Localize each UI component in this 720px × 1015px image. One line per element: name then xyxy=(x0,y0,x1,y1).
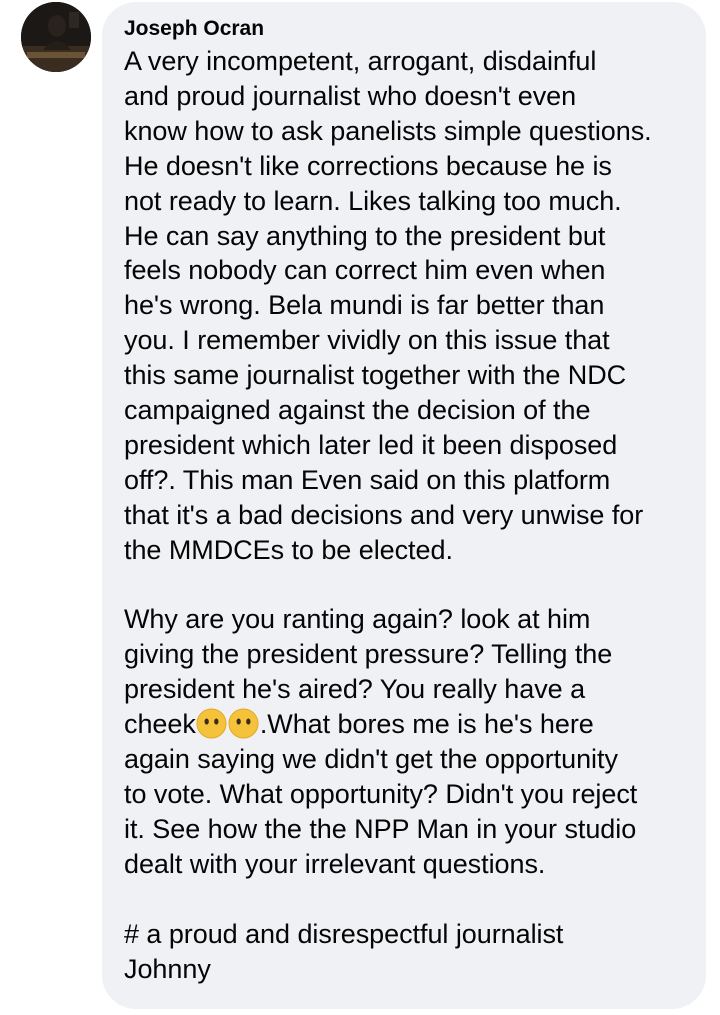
face-without-mouth-emoji xyxy=(228,708,259,739)
text-line: he's wrong. Bela mundi is far better tha… xyxy=(124,290,605,321)
text-line: Johnny xyxy=(124,953,211,984)
text-line: that it's a bad decisions and very unwis… xyxy=(124,499,644,530)
text-fragment: .What bores me is he's here xyxy=(259,709,594,740)
comment-paragraph-2: Why are you ranting again? look at him g… xyxy=(124,602,696,881)
text-line: giving the president pressure? Telling t… xyxy=(124,639,613,670)
text-line: He doesn't like corrections because he i… xyxy=(124,150,612,181)
comment-screenshot: Joseph Ocran A very incompetent, arrogan… xyxy=(0,0,720,1015)
text-line: # a proud and disrespectful journalist xyxy=(124,918,564,949)
text-line: not ready to learn. Likes talking too mu… xyxy=(124,185,622,216)
text-line: this same journalist together with the N… xyxy=(124,360,627,391)
text-line: He can say anything to the president but xyxy=(124,220,606,251)
text-line: again saying we didn't get the opportuni… xyxy=(124,744,618,775)
text-line: it. See how the the NPP Man in your stud… xyxy=(124,813,637,844)
text-line: know how to ask panelists simple questio… xyxy=(124,115,652,146)
text-fragment: cheek xyxy=(124,709,196,740)
text-line: to vote. What opportunity? Didn't you re… xyxy=(124,779,638,810)
comment-author[interactable]: Joseph Ocran xyxy=(124,14,696,44)
text-line: feels nobody can correct him even when xyxy=(124,255,606,286)
text-line: dealt with your irrelevant questions. xyxy=(124,848,546,879)
text-line: and proud journalist who doesn't even xyxy=(124,80,577,111)
emoji-text-line: cheek .What bores me is he's here xyxy=(124,707,696,742)
avatar[interactable] xyxy=(21,2,91,72)
text-line: A very incompetent, arrogant, disdainful xyxy=(124,46,597,76)
text-line: off?. This man Even said on this platfor… xyxy=(124,464,611,495)
text-line: you. I remember vividly on this issue th… xyxy=(124,325,610,356)
comment-paragraph-3: # a proud and disrespectful journalist J… xyxy=(124,917,696,987)
text-line: the MMDCEs to be elected. xyxy=(124,534,453,565)
text-line: campaigned against the decision of the xyxy=(124,395,591,426)
text-line: president he's aired? You really have a xyxy=(124,674,586,705)
text-line: president which later led it been dispos… xyxy=(124,429,618,460)
text-line: Why are you ranting again? look at him xyxy=(124,604,591,635)
avatar-photo xyxy=(21,2,91,72)
comment-body: A very incompetent, arrogant, disdainful… xyxy=(124,44,696,986)
comment-paragraph-1: A very incompetent, arrogant, disdainful… xyxy=(124,44,696,568)
comment-bubble: Joseph Ocran A very incompetent, arrogan… xyxy=(102,2,706,1009)
face-without-mouth-emoji xyxy=(196,708,227,739)
